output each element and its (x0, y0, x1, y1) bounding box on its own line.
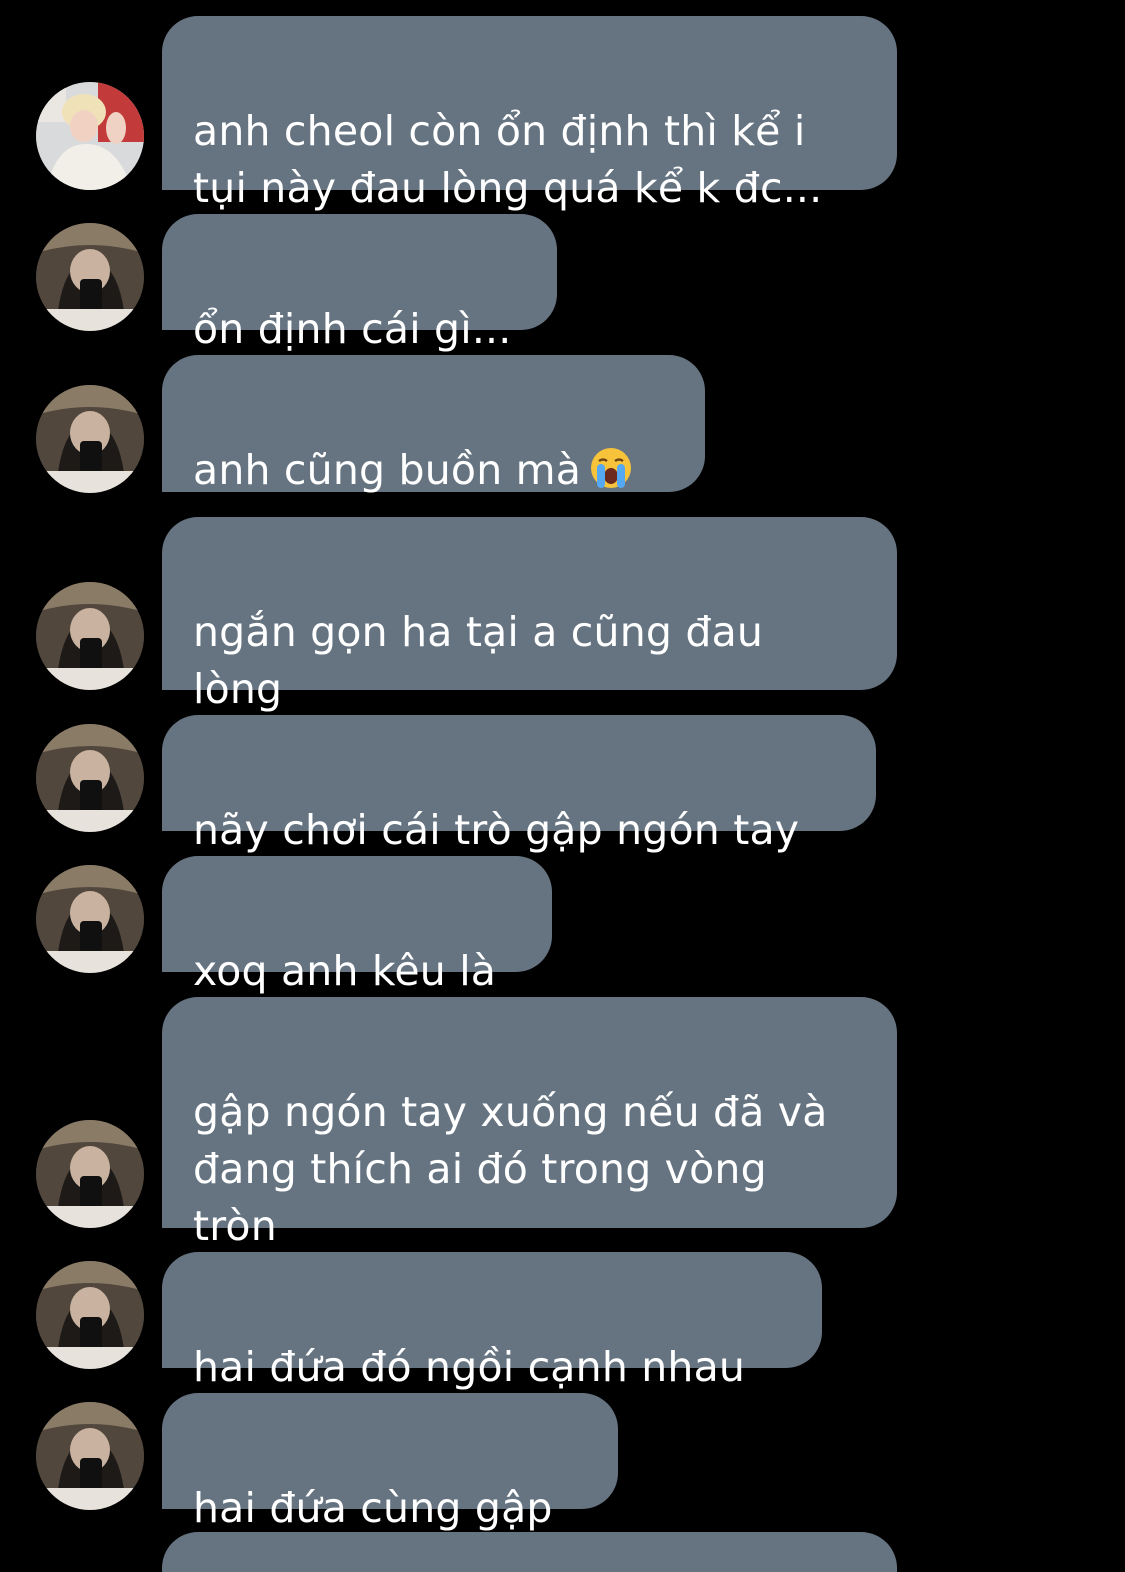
message-text: hai đứa đó ngồi cạnh nhau (193, 1343, 746, 1391)
message-bubble[interactable]: gập ngón tay xuống nếu đã và đang thích … (162, 997, 897, 1250)
loudly-crying-face-icon (589, 446, 633, 490)
message-bubble[interactable]: ngắn gọn ha tại a cũng đau lòng (162, 517, 897, 713)
avatar-anh[interactable] (36, 1261, 144, 1369)
message-text: nãy chơi cái trò gập ngón tay (193, 806, 800, 854)
message-bubble[interactable]: nãy chơi cái trò gập ngón tay (162, 715, 876, 854)
avatar-anh[interactable] (36, 582, 144, 690)
chat-thread[interactable]: anh cheol còn ổn định thì kể i tụi này đ… (0, 0, 1125, 1572)
message-bubble[interactable]: anh cũng buồn mà (162, 355, 705, 494)
message-text: ngắn gọn ha tại a cũng đau lòng (193, 608, 764, 713)
message-text: hai đứa cùng gập (193, 1484, 553, 1532)
message-text: anh cũng buồn mà (193, 446, 582, 494)
avatar-anh[interactable] (36, 724, 144, 832)
message-bubble[interactable]: xoq anh kêu là (162, 856, 552, 995)
message-bubble[interactable]: ổn định cái gì... (162, 214, 557, 353)
avatar-anh[interactable] (36, 385, 144, 493)
avatar-anh[interactable] (36, 1120, 144, 1228)
message-text: gập ngón tay xuống nếu đã và đang thích … (193, 1088, 828, 1250)
message-bubble-partial[interactable] (162, 1532, 897, 1572)
message-text: anh cheol còn ổn định thì kể i tụi này đ… (193, 107, 823, 212)
message-bubble[interactable]: hai đứa đó ngồi cạnh nhau (162, 1252, 822, 1391)
avatar-anh[interactable] (36, 1402, 144, 1510)
message-text: ổn định cái gì... (193, 305, 512, 353)
message-bubble[interactable]: hai đứa cùng gập (162, 1393, 618, 1532)
avatar-anh[interactable] (36, 865, 144, 973)
message-bubble[interactable]: anh cheol còn ổn định thì kể i tụi này đ… (162, 16, 897, 212)
avatar-anh[interactable] (36, 223, 144, 331)
avatar-friend[interactable] (36, 82, 144, 190)
message-text: xoq anh kêu là (193, 947, 497, 995)
